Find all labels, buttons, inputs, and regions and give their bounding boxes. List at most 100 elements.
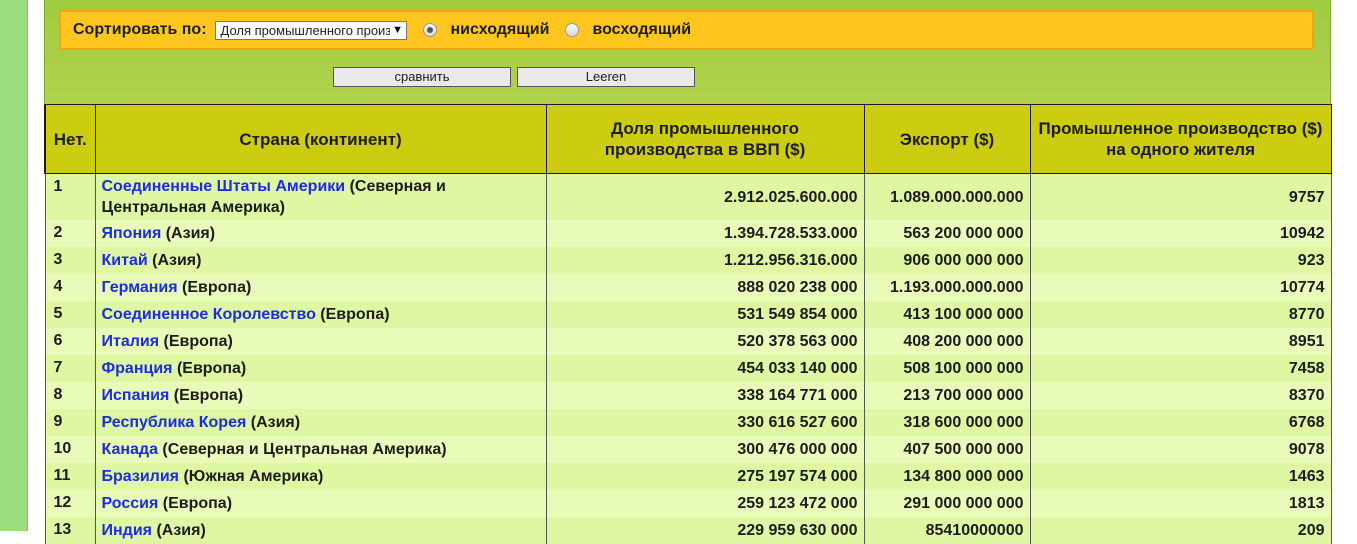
export-cell: 563 200 000 000 (863, 220, 1031, 247)
country-link[interactable]: Соединенное Королевство (102, 306, 316, 323)
compare-button[interactable]: сравнить (333, 67, 511, 87)
country-cell: Германия (Европа) (94, 274, 547, 301)
industry-share-cell: 300 476 000 000 (545, 436, 865, 463)
country-cell: Италия (Европа) (94, 328, 547, 355)
table-row: 8 Испания (Европа) 338 164 771 000 213 7… (44, 382, 1332, 409)
industry-share-cell: 888 020 238 000 (545, 274, 865, 301)
table-row: 5 Соединенное Королевство (Европа) 531 5… (44, 301, 1332, 328)
continent-text: (Южная Америка) (179, 468, 324, 485)
country-cell: Бразилия (Южная Америка) (94, 463, 547, 490)
row-number: 5 (44, 301, 96, 328)
industry-share-cell: 275 197 574 000 (545, 463, 865, 490)
sort-asc-radio[interactable] (565, 23, 580, 37)
row-number: 8 (44, 382, 96, 409)
row-number: 3 (44, 247, 96, 274)
sort-select[interactable]: Доля промышленного производства в ВВП ($… (214, 20, 407, 40)
industry-share-cell: 259 123 472 000 (545, 490, 865, 517)
per-capita-cell: 7458 (1029, 355, 1332, 382)
controls-panel: Сортировать по: Доля промышленного произ… (44, 0, 1331, 104)
row-number: 9 (44, 409, 96, 436)
per-capita-cell: 10774 (1029, 274, 1332, 301)
header-export[interactable]: Экспорт ($) (863, 104, 1031, 174)
table-header-row: Нет. Страна (континент) Доля промышленно… (44, 104, 1332, 174)
country-cell: Республика Корея (Азия) (94, 409, 547, 436)
countries-table: Нет. Страна (континент) Доля промышленно… (44, 104, 1332, 544)
row-number: 2 (44, 220, 96, 247)
row-number: 6 (44, 328, 96, 355)
left-sidebar-strip (0, 0, 28, 531)
export-cell: 1.193.000.000.000 (863, 274, 1031, 301)
right-margin (1330, 0, 1357, 531)
dropdown-arrow-icon[interactable]: ▼ (389, 21, 406, 39)
table-row: 11 Бразилия (Южная Америка) 275 197 574 … (44, 463, 1332, 490)
industry-share-cell: 2.912.025.600.000 (545, 173, 865, 220)
per-capita-cell: 1463 (1029, 463, 1332, 490)
table-row: 2 Япония (Азия) 1.394.728.533.000 563 20… (44, 220, 1332, 247)
sort-select-value: Доля промышленного производства в ВВП ($… (220, 22, 406, 38)
country-link[interactable]: Россия (102, 495, 159, 512)
industry-share-cell: 1.212.956.316.000 (545, 247, 865, 274)
row-number: 7 (44, 355, 96, 382)
row-number: 12 (44, 490, 96, 517)
continent-text: (Европа) (315, 306, 390, 323)
continent-text: (Европа) (169, 387, 244, 404)
country-cell: Франция (Европа) (94, 355, 547, 382)
continent-text: (Азия) (246, 414, 301, 431)
header-country[interactable]: Страна (континент) (94, 104, 547, 174)
row-number: 1 (44, 173, 96, 220)
country-link[interactable]: Соединенные Штаты Америки (102, 178, 346, 195)
export-cell: 213 700 000 000 (863, 382, 1031, 409)
country-link[interactable]: Германия (102, 279, 178, 296)
country-cell: Соединенные Штаты Америки (Северная и Це… (94, 173, 547, 220)
table-row: 6 Италия (Европа) 520 378 563 000 408 20… (44, 328, 1332, 355)
export-cell: 906 000 000 000 (863, 247, 1031, 274)
table-row: 12 Россия (Европа) 259 123 472 000 291 0… (44, 490, 1332, 517)
per-capita-cell: 8770 (1029, 301, 1332, 328)
table-row: 7 Франция (Европа) 454 033 140 000 508 1… (44, 355, 1332, 382)
country-cell: Китай (Азия) (94, 247, 547, 274)
export-cell: 408 200 000 000 (863, 328, 1031, 355)
per-capita-cell: 9078 (1029, 436, 1332, 463)
table-row: 4 Германия (Европа) 888 020 238 000 1.19… (44, 274, 1332, 301)
header-industry-share[interactable]: Доля промышленного производства в ВВП ($… (545, 104, 865, 174)
row-number: 10 (44, 436, 96, 463)
export-cell: 1.089.000.000.000 (863, 173, 1031, 220)
country-link[interactable]: Япония (102, 225, 162, 242)
industry-share-cell: 531 549 854 000 (545, 301, 865, 328)
sort-desc-radio[interactable] (422, 23, 437, 37)
country-cell: Соединенное Королевство (Европа) (94, 301, 547, 328)
continent-text: (Европа) (158, 495, 233, 512)
header-number[interactable]: Нет. (44, 104, 96, 174)
country-cell: Россия (Европа) (94, 490, 547, 517)
country-link[interactable]: Италия (102, 333, 160, 350)
country-link[interactable]: Канада (102, 441, 158, 458)
country-link[interactable]: Республика Корея (102, 414, 247, 431)
export-cell: 134 800 000 000 (863, 463, 1031, 490)
sort-asc-label[interactable]: восходящий (592, 21, 691, 39)
industry-share-cell: 338 164 771 000 (545, 382, 865, 409)
country-cell: Канада (Северная и Центральная Америка) (94, 436, 547, 463)
export-cell: 407 500 000 000 (863, 436, 1031, 463)
continent-text: (Европа) (177, 279, 252, 296)
header-per-capita[interactable]: Промышленное производство ($) на одного … (1029, 104, 1332, 174)
export-cell: 318 600 000 000 (863, 409, 1031, 436)
country-link[interactable]: Испания (102, 387, 170, 404)
industry-share-cell: 1.394.728.533.000 (545, 220, 865, 247)
continent-text: (Европа) (159, 333, 233, 350)
country-link[interactable]: Бразилия (102, 468, 180, 485)
export-cell: 291 000 000 000 (863, 490, 1031, 517)
clear-button[interactable]: Leeren (517, 67, 695, 87)
table-row: 9 Республика Корея (Азия) 330 616 527 60… (44, 409, 1332, 436)
industry-share-cell: 454 033 140 000 (545, 355, 865, 382)
country-link[interactable]: Китай (102, 252, 148, 269)
country-cell: Япония (Азия) (94, 220, 547, 247)
continent-text: (Европа) (172, 360, 247, 377)
sort-desc-label[interactable]: нисходящий (451, 21, 550, 39)
country-link[interactable]: Франция (102, 360, 173, 377)
per-capita-cell: 1813 (1029, 490, 1332, 517)
row-number: 4 (44, 274, 96, 301)
countries-table-wrap: Нет. Страна (континент) Доля промышленно… (44, 104, 1332, 544)
industry-share-cell: 520 378 563 000 (545, 328, 865, 355)
sort-label: Сортировать по: (73, 21, 207, 38)
per-capita-cell: 9757 (1029, 173, 1332, 220)
